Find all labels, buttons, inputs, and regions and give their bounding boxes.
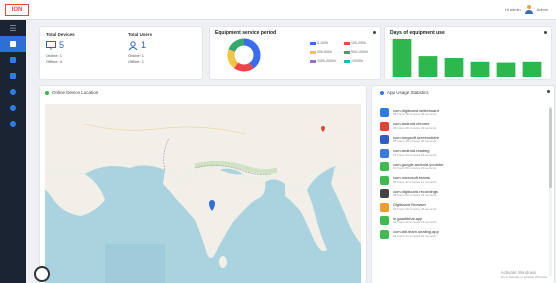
app-icon — [380, 108, 389, 118]
service-period-legend: 0-100h 100-200h 200-500h 500-1000h 1000-… — [310, 41, 376, 63]
total-devices[interactable]: Total Devices 5 Online: 1 Offline: 4 — [46, 32, 116, 65]
user-icon — [10, 89, 16, 95]
gear-icon — [10, 105, 16, 111]
bar-d6 — [522, 61, 542, 77]
list-item[interactable]: com.microsoft.teams 08 hours 42 minutes 1… — [380, 174, 540, 188]
app-usage-list: com.digiboard.whiteboard 68 hours 38 minu… — [380, 106, 540, 241]
chat-bubble-icon[interactable] — [34, 266, 50, 282]
sidebar-item-apps[interactable] — [0, 68, 26, 84]
devices-offline: Offline: 4 — [46, 59, 62, 64]
android-icon — [380, 162, 389, 172]
online-status-dot — [45, 90, 49, 95]
card-menu-icon[interactable] — [544, 31, 547, 34]
user-avatar-icon[interactable] — [524, 5, 533, 14]
apps-icon — [10, 73, 16, 79]
monitor-icon — [10, 57, 16, 63]
legend-swatch — [310, 41, 316, 45]
sidebar: ☰ — [0, 20, 26, 283]
android-icon — [380, 229, 389, 239]
total-users-label: Total Users — [128, 32, 153, 37]
service-period-card: Equipment service period 0-100h 100-200h… — [210, 27, 380, 79]
device-location-map[interactable] — [45, 104, 361, 283]
totals-card: Total Devices 5 Online: 1 Offline: 4 Tot… — [40, 27, 202, 79]
sidebar-item-devices[interactable] — [0, 52, 26, 68]
app-logo[interactable]: ION — [5, 4, 29, 16]
bar-d3 — [444, 58, 464, 77]
list-item[interactable]: com.google.android.youtube 10 hours 58 mi… — [380, 160, 540, 174]
equipment-use-title: Days of equipment use — [390, 30, 445, 36]
user-outline-icon — [128, 40, 138, 50]
gear-app-icon — [380, 189, 389, 199]
bar-d5 — [496, 62, 516, 77]
equipment-use-bar-chart — [392, 39, 542, 77]
greeting-text: Hi admin — [504, 7, 521, 12]
dashboard-icon — [10, 41, 16, 47]
sidebar-item-info[interactable] — [0, 116, 26, 132]
legend-swatch — [344, 50, 350, 54]
chrome-icon — [380, 121, 389, 131]
android-icon — [380, 175, 389, 185]
bar-d2 — [418, 56, 438, 77]
sidebar-item-settings[interactable] — [0, 100, 26, 116]
legend-item[interactable]: 1000-2000h — [310, 59, 342, 63]
list-item[interactable]: com.digiboard.whiteboard 68 hours 38 minu… — [380, 106, 540, 120]
card-menu-icon[interactable] — [373, 31, 376, 34]
list-item[interactable]: Digiboard Browser 06 hours 18 minutes 49 … — [380, 201, 540, 215]
sidebar-item-users[interactable] — [0, 84, 26, 100]
legend-item[interactable]: 500-1000h — [344, 50, 376, 54]
list-item[interactable]: in.gaadibhai.app 04 hours 40 minutes 22 s… — [380, 214, 540, 228]
activate-windows-watermark: Activate Windows Go to Settings to activ… — [500, 270, 548, 279]
total-users[interactable]: Total Users 1 Online: 1 Offline: 1 — [128, 32, 198, 65]
legend-swatch — [344, 41, 350, 45]
app-usage-title: App Usage Statistics — [387, 90, 429, 95]
browser-icon — [380, 202, 389, 212]
list-item[interactable]: com.tongsoft.screenshare 38 hours 46 minu… — [380, 133, 540, 147]
scrollbar-thumb[interactable] — [549, 108, 552, 188]
device-location-title: Online Device Location — [52, 90, 99, 95]
device-icon — [46, 40, 56, 49]
app-usage-dot — [380, 90, 384, 95]
bar-d4 — [470, 61, 490, 77]
card-menu-icon[interactable] — [547, 90, 550, 93]
total-devices-label: Total Devices — [46, 32, 75, 37]
list-item[interactable]: com.lab.learn.seating.app 02 hours 21 min… — [380, 228, 540, 242]
total-users-value: 1 — [141, 40, 147, 50]
list-item[interactable]: com.android.chrome 48 hours 48 minutes 02… — [380, 120, 540, 134]
users-offline: Offline: 1 — [128, 59, 144, 64]
service-period-donut — [227, 38, 261, 72]
legend-swatch — [344, 59, 350, 63]
legend-item[interactable]: 100-200h — [344, 41, 376, 45]
equipment-use-card: Days of equipment use — [385, 27, 551, 79]
app-usage-card: App Usage Statistics com.digiboard.white… — [372, 86, 554, 283]
sidebar-item-dashboard[interactable] — [0, 36, 26, 52]
legend-item[interactable]: >2000h — [344, 59, 376, 63]
legend-item[interactable]: 0-100h — [310, 41, 342, 45]
top-bar: ION Hi admin Admin — [0, 0, 556, 20]
device-location-card: Online Device Location — [40, 86, 366, 283]
total-devices-value: 5 — [59, 40, 65, 50]
user-menu[interactable]: Hi admin Admin — [505, 5, 548, 14]
legend-swatch — [310, 50, 316, 54]
list-item[interactable]: com.android.reading 18 hours 44 minutes 1… — [380, 147, 540, 161]
user-name[interactable]: Admin — [537, 7, 548, 12]
app-icon — [380, 135, 389, 145]
legend-item[interactable]: 200-500h — [310, 50, 342, 54]
list-item[interactable]: com.digiboard.recordings 08 hours 02 minu… — [380, 187, 540, 201]
info-icon — [10, 121, 16, 127]
hamburger-menu-icon[interactable]: ☰ — [0, 20, 26, 36]
android-icon — [380, 216, 389, 226]
bar-d1 — [392, 39, 412, 77]
legend-swatch — [310, 59, 316, 63]
service-period-title: Equipment service period — [215, 30, 277, 36]
map-canvas[interactable] — [45, 104, 361, 283]
app-icon — [380, 148, 389, 158]
